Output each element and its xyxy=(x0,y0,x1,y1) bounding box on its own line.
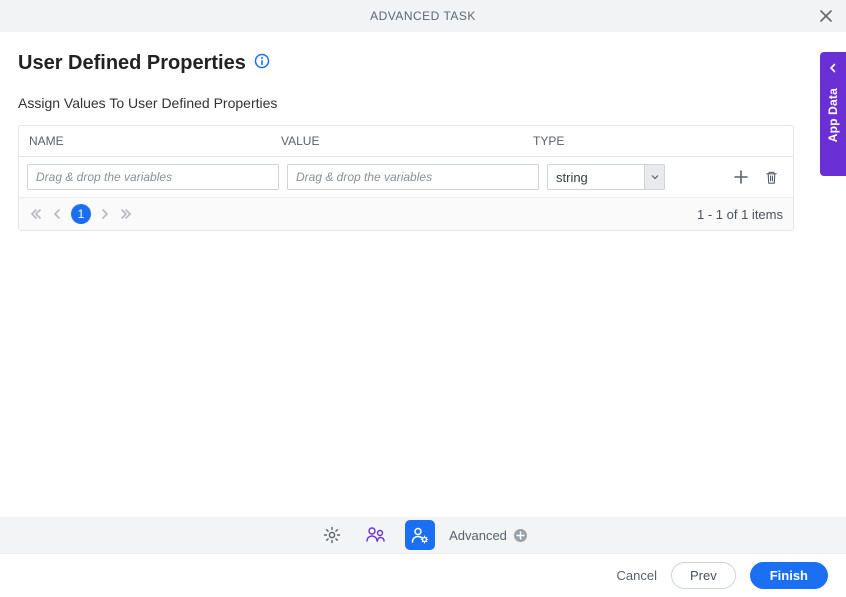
advanced-options-button[interactable]: Advanced xyxy=(449,527,529,543)
name-input[interactable] xyxy=(27,164,279,190)
chevron-right-icon xyxy=(99,208,111,220)
chevrons-left-icon xyxy=(29,207,43,221)
delete-row-button[interactable] xyxy=(761,167,781,187)
step-user-defined-button[interactable] xyxy=(405,520,435,550)
chevron-left-icon xyxy=(51,208,63,220)
content-area: User Defined Properties Assign Values To… xyxy=(0,32,812,231)
column-header-name: NAME xyxy=(19,126,271,156)
type-select[interactable]: string xyxy=(547,164,665,190)
step-participants-button[interactable] xyxy=(361,520,391,550)
dialog-title: ADVANCED TASK xyxy=(370,9,476,23)
type-select-value: string xyxy=(548,165,644,189)
step-toolbar: Advanced xyxy=(0,517,846,553)
gear-icon xyxy=(322,525,342,545)
pagination-status: 1 - 1 of 1 items xyxy=(697,207,783,222)
table-row: string xyxy=(19,157,793,197)
advanced-label: Advanced xyxy=(449,528,507,543)
plus-circle-icon xyxy=(513,527,529,543)
table-header: NAME VALUE TYPE xyxy=(19,126,793,157)
chevron-down-icon xyxy=(644,165,664,189)
column-header-value: VALUE xyxy=(271,126,523,156)
column-header-type: TYPE xyxy=(523,126,643,156)
properties-table: NAME VALUE TYPE string xyxy=(18,125,794,231)
info-icon[interactable] xyxy=(254,53,270,74)
page-title-row: User Defined Properties xyxy=(18,52,794,75)
participants-icon xyxy=(365,525,387,545)
pagination-controls: 1 xyxy=(29,204,133,224)
add-row-button[interactable] xyxy=(731,167,751,187)
close-icon xyxy=(819,9,833,23)
app-data-label: App Data xyxy=(826,88,840,142)
plus-icon xyxy=(733,169,749,185)
prev-page-button[interactable] xyxy=(51,208,63,220)
value-input[interactable] xyxy=(287,164,539,190)
page-number[interactable]: 1 xyxy=(71,204,91,224)
close-button[interactable] xyxy=(814,4,838,28)
table-body: string xyxy=(19,157,793,197)
first-page-button[interactable] xyxy=(29,207,43,221)
app-data-panel-toggle[interactable]: App Data xyxy=(820,52,846,176)
pagination-bar: 1 1 - 1 of 1 items xyxy=(19,197,793,230)
finish-button[interactable]: Finish xyxy=(750,562,828,589)
chevron-left-icon xyxy=(828,60,838,78)
page-title: User Defined Properties xyxy=(18,52,246,75)
trash-icon xyxy=(764,170,779,185)
chevrons-right-icon xyxy=(119,207,133,221)
user-gear-icon xyxy=(410,525,430,545)
next-page-button[interactable] xyxy=(99,208,111,220)
step-settings-button[interactable] xyxy=(317,520,347,550)
cancel-button[interactable]: Cancel xyxy=(617,568,657,583)
page-subtitle: Assign Values To User Defined Properties xyxy=(18,95,794,111)
titlebar: ADVANCED TASK xyxy=(0,0,846,32)
dialog-footer: Cancel Prev Finish xyxy=(0,553,846,597)
prev-button[interactable]: Prev xyxy=(671,562,736,589)
last-page-button[interactable] xyxy=(119,207,133,221)
